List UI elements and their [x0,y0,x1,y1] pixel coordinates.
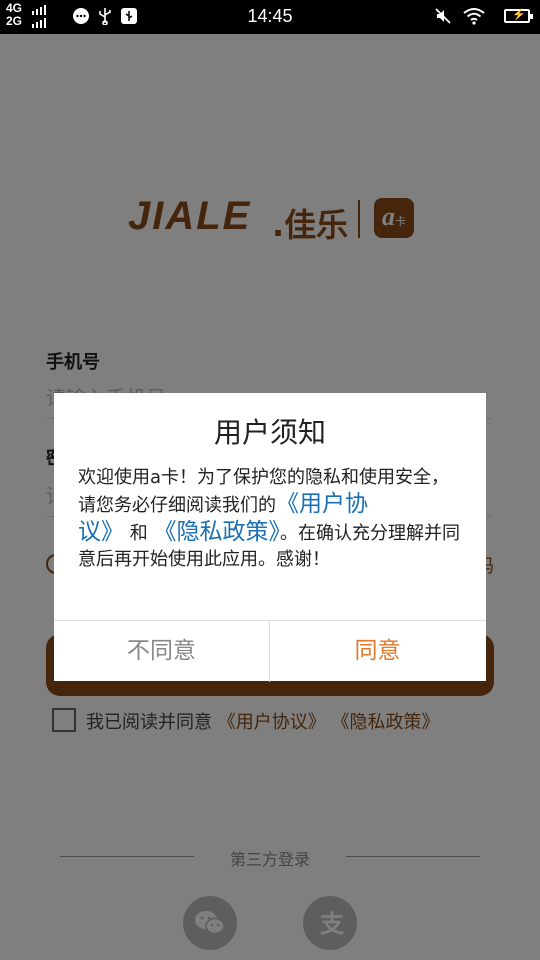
dialog-body: 欢迎使用a卡！为了保护您的隐私和使用安全，请您务必仔细阅读我们的《用户协议》 和… [78,465,464,573]
clock: 14:45 [247,6,293,26]
mute-icon [434,7,452,25]
battery-icon: ⚡ [504,9,533,23]
dialog-privacy-policy-link[interactable]: 《隐私政策》 [153,519,280,545]
agree-button[interactable]: 同意 [270,621,485,682]
status-bar: 4G 2G 14:45 ⚡ [0,0,540,34]
dialog-button-row: 不同意 同意 [54,620,486,682]
dialog-body-text-1: 欢迎使用a卡！为了保护您的隐私和使用安全，请您务必仔细阅读我们的 [78,467,450,516]
wifi-icon [462,7,486,25]
disagree-button[interactable]: 不同意 [54,621,269,682]
dialog-title: 用户须知 [213,416,326,449]
user-notice-dialog: 用户须知 欢迎使用a卡！为了保护您的隐私和使用安全，请您务必仔细阅读我们的《用户… [54,393,486,682]
dialog-body-and: 和 [129,523,148,544]
